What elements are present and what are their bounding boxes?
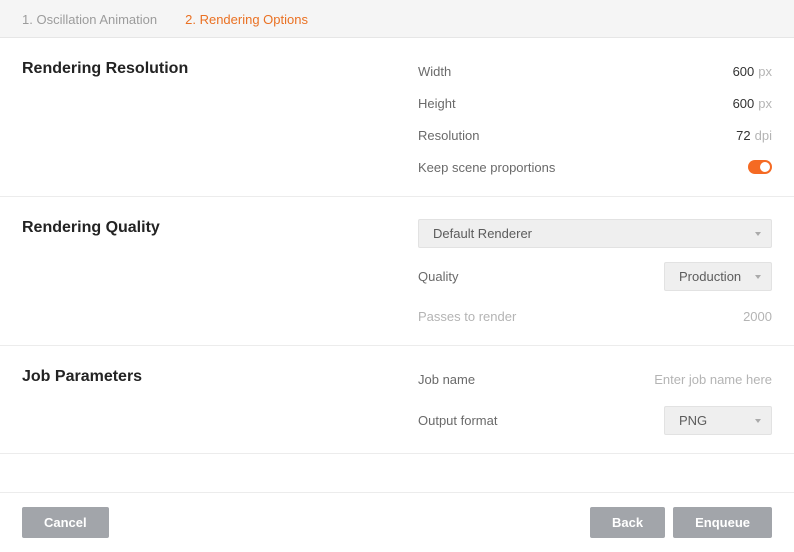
step-tabs: 1. Oscillation Animation 2. Rendering Op… [0, 0, 794, 38]
label-job-name: Job name [418, 372, 475, 387]
chevron-down-icon [755, 232, 761, 236]
back-button[interactable]: Back [590, 507, 665, 538]
label-keep-proportions: Keep scene proportions [418, 160, 555, 175]
label-width: Width [418, 64, 451, 79]
label-height: Height [418, 96, 456, 111]
chevron-down-icon [755, 275, 761, 279]
section-title-quality: Rendering Quality [22, 219, 418, 327]
select-quality[interactable]: Production [664, 262, 772, 291]
cancel-button[interactable]: Cancel [22, 507, 109, 538]
value-passes: 2000 [743, 309, 772, 324]
unit-resolution: dpi [755, 128, 772, 143]
section-title-job: Job Parameters [22, 368, 418, 435]
select-output-format[interactable]: PNG [664, 406, 772, 435]
section-resolution: Rendering Resolution Width 600 px Height… [0, 38, 794, 197]
enqueue-button[interactable]: Enqueue [673, 507, 772, 538]
value-height[interactable]: 600 [733, 96, 755, 111]
select-renderer-value: Default Renderer [433, 226, 532, 241]
label-passes: Passes to render [418, 309, 516, 324]
unit-width: px [758, 64, 772, 79]
value-width[interactable]: 600 [733, 64, 755, 79]
footer: Cancel Back Enqueue [0, 492, 794, 552]
value-resolution[interactable]: 72 [736, 128, 750, 143]
section-title-resolution: Rendering Resolution [22, 60, 418, 178]
label-resolution: Resolution [418, 128, 479, 143]
label-output-format: Output format [418, 413, 497, 428]
section-quality: Rendering Quality Default Renderer Quali… [0, 197, 794, 346]
tab-rendering-options[interactable]: 2. Rendering Options [185, 12, 308, 27]
label-quality: Quality [418, 269, 458, 284]
toggle-keep-proportions[interactable] [748, 160, 772, 174]
chevron-down-icon [755, 419, 761, 423]
section-job: Job Parameters Job name Output format PN… [0, 346, 794, 454]
select-renderer[interactable]: Default Renderer [418, 219, 772, 248]
tab-oscillation-animation[interactable]: 1. Oscillation Animation [22, 12, 157, 27]
select-quality-value: Production [679, 269, 741, 284]
select-output-format-value: PNG [679, 413, 707, 428]
unit-height: px [758, 96, 772, 111]
input-job-name[interactable] [572, 372, 772, 387]
